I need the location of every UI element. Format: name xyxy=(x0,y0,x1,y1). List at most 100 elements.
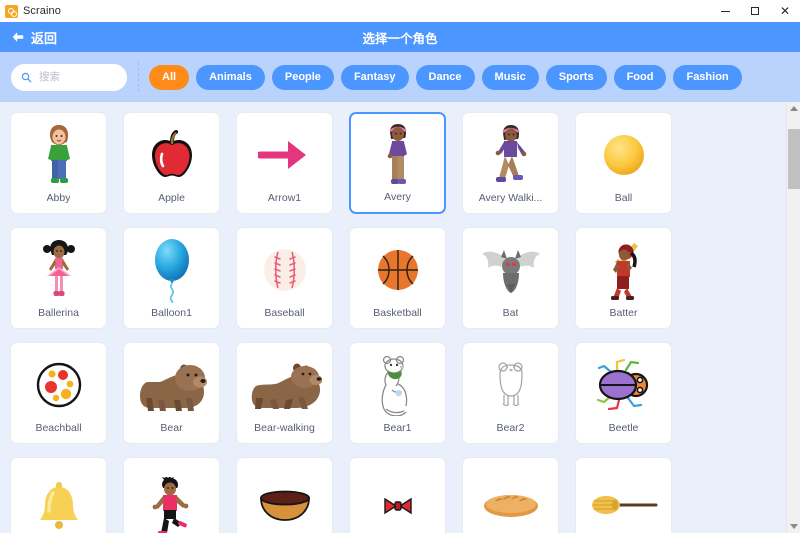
sprite-card-label: Bear-walking xyxy=(254,422,315,434)
sprite-card[interactable]: Basketball xyxy=(349,227,446,329)
avery-walking-icon xyxy=(463,113,558,192)
sprite-card[interactable]: Bear1 xyxy=(349,342,446,444)
scrollbar-thumb[interactable] xyxy=(788,128,800,190)
sprite-card[interactable] xyxy=(236,457,333,533)
category-pill-music[interactable]: Music xyxy=(481,64,539,90)
bowtie-icon xyxy=(350,458,445,533)
sprite-card-label: Ballerina xyxy=(38,307,79,319)
bread-icon xyxy=(463,458,558,533)
sprite-card[interactable]: Baseball xyxy=(236,227,333,329)
apple-icon xyxy=(124,113,219,192)
sprite-card[interactable] xyxy=(10,457,107,533)
ballerina-icon xyxy=(11,228,106,307)
beachball-icon xyxy=(11,343,106,422)
bear1-icon xyxy=(350,343,445,422)
bowl-icon xyxy=(237,458,332,533)
search-input[interactable] xyxy=(39,71,119,83)
sprite-card-label: Balloon1 xyxy=(151,307,192,319)
beetle-icon xyxy=(576,343,671,422)
sprite-card[interactable]: Beachball xyxy=(10,342,107,444)
ben-icon xyxy=(124,458,219,533)
category-pill-people[interactable]: People xyxy=(271,64,334,90)
sprite-library-window: Scraino ✕ 返回 选择一个角色 All Animals xyxy=(0,0,800,533)
sprite-card[interactable]: Bear-walking xyxy=(236,342,333,444)
sprite-card-label: Ball xyxy=(614,192,633,204)
scroll-down-arrow-icon[interactable] xyxy=(787,520,800,533)
window-controls: ✕ xyxy=(710,0,800,22)
batter-icon xyxy=(576,228,671,307)
title-bar: Scraino ✕ xyxy=(0,0,800,22)
sprite-card[interactable]: Bear xyxy=(123,342,220,444)
category-pill-list: All Animals People Fantasy Dance Music S… xyxy=(149,64,742,90)
scraino-logo-icon xyxy=(5,4,18,18)
arrow1-icon xyxy=(237,113,332,192)
sprite-card[interactable]: Abby xyxy=(10,112,107,214)
dialog-header: 返回 选择一个角色 xyxy=(0,22,800,52)
close-icon: ✕ xyxy=(779,4,791,18)
sprite-card-label: Avery xyxy=(384,191,411,203)
category-pill-dance[interactable]: Dance xyxy=(415,64,475,90)
sprite-card-label: Bat xyxy=(502,307,519,319)
sprite-card[interactable]: Avery Walki... xyxy=(462,112,559,214)
bear2-icon xyxy=(463,343,558,422)
basketball-icon xyxy=(350,228,445,307)
sprite-card[interactable]: Batter xyxy=(575,227,672,329)
maximize-button[interactable] xyxy=(740,0,770,22)
sprite-card-label: Abby xyxy=(46,192,71,204)
category-pill-all[interactable]: All xyxy=(149,64,190,90)
sprite-card[interactable]: Bat xyxy=(462,227,559,329)
sprite-card[interactable] xyxy=(462,457,559,533)
sprite-card[interactable]: Apple xyxy=(123,112,220,214)
baseball-icon xyxy=(237,228,332,307)
search-box[interactable] xyxy=(11,63,127,91)
abby-icon xyxy=(11,113,106,192)
minimize-icon xyxy=(720,10,730,12)
sprite-card-label: Baseball xyxy=(264,307,305,319)
avery-icon xyxy=(351,114,444,191)
back-label: 返回 xyxy=(31,30,58,46)
sprite-grid: Abby Apple Arrow1 Avery Avery Walki... B… xyxy=(0,102,786,533)
bell-icon xyxy=(11,458,106,533)
sprite-card[interactable] xyxy=(123,457,220,533)
sprite-card-label: Arrow1 xyxy=(267,192,302,204)
maximize-icon xyxy=(751,7,759,15)
sprite-grid-area: Abby Apple Arrow1 Avery Avery Walki... B… xyxy=(0,102,800,533)
sprite-card-label: Bear xyxy=(160,422,183,434)
sprite-card-label: Basketball xyxy=(373,307,422,319)
filter-divider xyxy=(138,62,139,92)
category-pill-food[interactable]: Food xyxy=(613,64,667,90)
broom-icon xyxy=(576,458,671,533)
vertical-scrollbar[interactable] xyxy=(786,102,800,533)
sprite-card[interactable]: Bear2 xyxy=(462,342,559,444)
sprite-card[interactable]: Ball xyxy=(575,112,672,214)
sprite-card[interactable] xyxy=(349,457,446,533)
category-pill-sports[interactable]: Sports xyxy=(545,64,607,90)
sprite-card[interactable]: Beetle xyxy=(575,342,672,444)
sprite-card[interactable]: Avery xyxy=(349,112,446,214)
sprite-card-label: Bear2 xyxy=(496,422,525,434)
sprite-card-label: Bear1 xyxy=(383,422,412,434)
category-pill-fashion[interactable]: Fashion xyxy=(673,64,742,90)
back-button[interactable]: 返回 xyxy=(11,22,57,52)
sprite-card[interactable]: Ballerina xyxy=(10,227,107,329)
sprite-card[interactable]: Balloon1 xyxy=(123,227,220,329)
close-button[interactable]: ✕ xyxy=(770,0,800,22)
bear-icon xyxy=(124,343,219,422)
category-pill-animals[interactable]: Animals xyxy=(196,64,265,90)
sprite-card[interactable]: Arrow1 xyxy=(236,112,333,214)
scroll-up-arrow-icon[interactable] xyxy=(787,102,800,115)
sprite-card-label: Avery Walki... xyxy=(478,192,543,204)
sprite-card-label: Batter xyxy=(609,307,638,319)
sprite-card[interactable] xyxy=(575,457,672,533)
minimize-button[interactable] xyxy=(710,0,740,22)
bear-walking-icon xyxy=(237,343,332,422)
sprite-card-label: Beachball xyxy=(35,422,82,434)
bat-icon xyxy=(463,228,558,307)
filter-bar: All Animals People Fantasy Dance Music S… xyxy=(0,52,800,102)
balloon1-icon xyxy=(124,228,219,307)
sprite-card-label: Beetle xyxy=(608,422,639,434)
ball-icon xyxy=(576,113,671,192)
app-title: Scraino xyxy=(23,5,61,17)
arrow-left-icon xyxy=(12,32,24,42)
category-pill-fantasy[interactable]: Fantasy xyxy=(340,64,409,90)
